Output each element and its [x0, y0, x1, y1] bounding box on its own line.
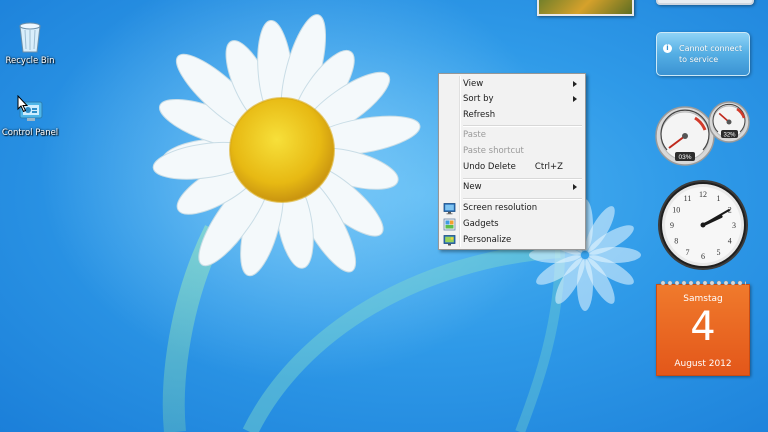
- weather-error-message: Cannot connect to service: [679, 44, 743, 64]
- calendar-month-year: August 2012: [674, 359, 732, 369]
- clock-numeral: 1: [717, 194, 721, 203]
- menu-item-sort-by-label: Sort by: [463, 94, 494, 104]
- submenu-arrow-icon: [573, 96, 577, 102]
- calendar-weekday: Samstag: [683, 294, 723, 304]
- menu-item-new-label: New: [463, 182, 482, 192]
- menu-separator: [463, 125, 582, 127]
- clock-numeral: 12: [699, 190, 707, 199]
- clock-numeral: 3: [732, 221, 736, 230]
- recycle-bin-label: Recycle Bin: [5, 56, 55, 66]
- menu-item-refresh[interactable]: Refresh: [441, 108, 583, 123]
- calendar-day-number: 4: [690, 304, 716, 350]
- info-icon: i: [663, 44, 672, 53]
- gadgets-icon: [443, 218, 456, 231]
- clock-numeral: 4: [728, 237, 732, 246]
- menu-item-gadgets[interactable]: Gadgets: [441, 217, 583, 232]
- menu-item-undo-delete[interactable]: Undo Delete Ctrl+Z: [441, 160, 583, 175]
- calendar-gadget[interactable]: Samstag 4 August 2012: [656, 278, 750, 376]
- control-panel-label: Control Panel: [1, 128, 59, 138]
- memory-percent: 32%: [723, 133, 736, 139]
- clock-numeral: 7: [686, 248, 690, 257]
- menu-item-paste-shortcut[interactable]: Paste shortcut: [441, 144, 583, 159]
- cpu-meter-gadget[interactable]: 03% 32%: [655, 100, 751, 170]
- daisy-wallpaper: [40, 0, 641, 432]
- menu-item-view-label: View: [463, 79, 484, 89]
- clock-numeral: 5: [717, 248, 721, 257]
- slideshow-gadget[interactable]: [537, 0, 634, 16]
- monitor-icon: [443, 203, 456, 215]
- submenu-arrow-icon: [573, 184, 577, 190]
- menu-item-paste-shortcut-label: Paste shortcut: [463, 146, 524, 156]
- clock-numeral: 11: [684, 194, 692, 203]
- clock-gadget[interactable]: 123456789101112: [656, 178, 750, 272]
- clock-numeral: 8: [674, 237, 678, 246]
- personalize-icon: [443, 235, 456, 246]
- menu-item-refresh-label: Refresh: [463, 110, 496, 120]
- desktop[interactable]: Recycle Bin Control Panel View Sort by R…: [0, 0, 768, 432]
- submenu-arrow-icon: [573, 81, 577, 87]
- cpu-percent: 03%: [678, 154, 691, 161]
- recycle-bin[interactable]: Recycle Bin: [0, 20, 62, 66]
- control-panel[interactable]: Control Panel: [0, 96, 62, 138]
- menu-item-sort-by[interactable]: Sort by: [441, 92, 583, 107]
- clock-numeral: 6: [701, 252, 705, 261]
- menu-item-paste[interactable]: Paste: [441, 128, 583, 143]
- menu-item-screen-resolution-label: Screen resolution: [463, 203, 538, 213]
- clock-numeral: 9: [670, 221, 674, 230]
- menu-item-personalize-label: Personalize: [463, 235, 512, 245]
- menu-item-view[interactable]: View: [441, 77, 583, 92]
- menu-separator: [463, 198, 582, 200]
- menu-item-gadgets-label: Gadgets: [463, 219, 499, 229]
- desktop-context-menu: View Sort by Refresh Paste Paste shortcu…: [438, 73, 586, 250]
- clock-numeral: 10: [672, 206, 680, 215]
- menu-item-personalize[interactable]: Personalize: [441, 233, 583, 248]
- menu-item-undo-delete-shortcut: Ctrl+Z: [534, 162, 563, 172]
- menu-item-new[interactable]: New: [441, 180, 583, 195]
- menu-item-undo-delete-label: Undo Delete: [463, 162, 516, 172]
- calendar-page: Samstag 4 August 2012: [656, 284, 750, 376]
- mouse-cursor-icon: [17, 95, 29, 113]
- calendar-rings: [660, 278, 746, 288]
- recycle-bin-icon: [19, 22, 41, 53]
- weather-gadget[interactable]: i Cannot connect to service: [656, 32, 750, 76]
- menu-item-screen-resolution[interactable]: Screen resolution: [441, 201, 583, 216]
- top-gadget[interactable]: [656, 0, 754, 5]
- menu-item-paste-label: Paste: [463, 130, 486, 140]
